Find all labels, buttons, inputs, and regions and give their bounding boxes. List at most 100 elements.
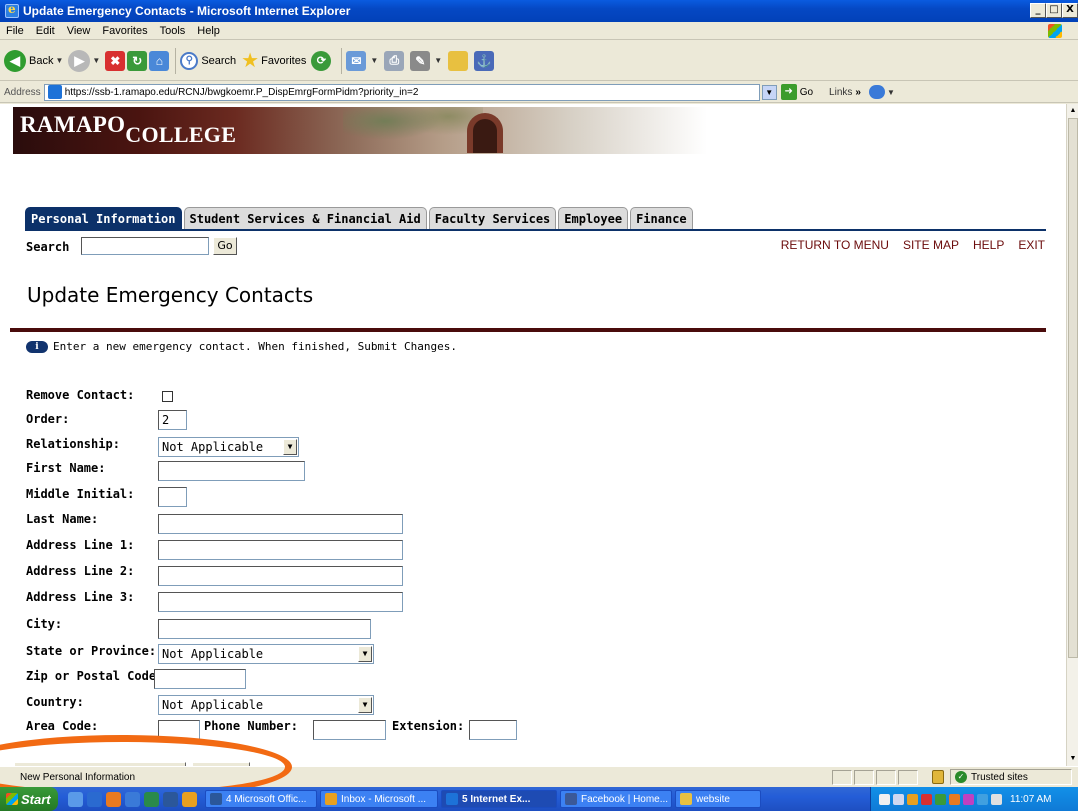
search-button[interactable]: ⚲ Search: [180, 51, 236, 70]
phone-number-input[interactable]: [313, 720, 386, 740]
menu-help[interactable]: Help: [197, 25, 220, 37]
links-chevron-icon[interactable]: »: [855, 87, 861, 98]
tray-mail-icon[interactable]: [879, 793, 890, 805]
links-button[interactable]: Links: [829, 87, 852, 98]
search-go-button[interactable]: Go: [213, 237, 237, 255]
word-icon[interactable]: [163, 791, 178, 807]
task-outlook[interactable]: Inbox - Microsoft ...: [320, 790, 438, 808]
mail-icon[interactable]: ✉: [346, 50, 367, 71]
search-input[interactable]: [81, 237, 209, 255]
page-title: Update Emergency Contacts: [27, 283, 314, 307]
state-select[interactable]: Not Applicable ▼: [158, 644, 374, 664]
site-map-link[interactable]: SITE MAP: [903, 238, 959, 252]
messenger-icon[interactable]: [125, 791, 140, 807]
task-word[interactable]: 4 Microsoft Offic...: [205, 790, 317, 808]
order-input[interactable]: 2: [158, 410, 187, 430]
middle-initial-input[interactable]: [158, 487, 187, 507]
minimize-button[interactable]: _: [1030, 3, 1046, 18]
close-button[interactable]: X: [1062, 3, 1078, 18]
stop-icon[interactable]: ✖: [105, 50, 126, 71]
tray-outlook-icon[interactable]: [907, 793, 918, 805]
refresh-icon[interactable]: ↻: [127, 50, 148, 71]
tab-personal-information[interactable]: Personal Information: [25, 207, 182, 229]
ie-quick-launch-icon[interactable]: [87, 791, 102, 807]
forward-button[interactable]: ▶ ▼: [68, 49, 100, 72]
tray-icon[interactable]: [893, 793, 904, 805]
address-bar: Address https://ssb-1.ramapo.edu/RCNJ/bw…: [0, 82, 1078, 103]
address-url: https://ssb-1.ramapo.edu/RCNJ/bwgkoemr.P…: [64, 86, 419, 98]
maximize-button[interactable]: □: [1046, 3, 1062, 18]
extension-input[interactable]: [469, 720, 517, 740]
excel-icon[interactable]: [144, 791, 159, 807]
start-button[interactable]: Start: [0, 787, 58, 811]
area-code-input[interactable]: [158, 720, 200, 740]
search-icon: ⚲: [180, 51, 199, 70]
menu-tools[interactable]: Tools: [160, 25, 186, 37]
go-button[interactable]: ➜ Go: [780, 84, 813, 100]
dropdown-arrow-icon[interactable]: ▼: [283, 439, 297, 455]
home-icon[interactable]: ⌂: [149, 50, 170, 71]
tab-faculty-services[interactable]: Faculty Services: [428, 207, 557, 229]
menu-file[interactable]: File: [6, 25, 24, 37]
country-select[interactable]: Not Applicable ▼: [158, 695, 374, 715]
help-link[interactable]: HELP: [973, 238, 1004, 252]
exit-link[interactable]: EXIT: [1018, 238, 1045, 252]
lock-icon[interactable]: [932, 770, 944, 784]
menu-edit[interactable]: Edit: [36, 25, 55, 37]
edit-icon[interactable]: ✎: [410, 50, 431, 71]
mail-dropdown-icon[interactable]: ▼: [370, 56, 378, 65]
favorites-button[interactable]: ★ Favorites: [241, 48, 306, 73]
address-input[interactable]: https://ssb-1.ramapo.edu/RCNJ/bwgkoemr.P…: [43, 83, 760, 101]
tray-icons: [879, 793, 1002, 805]
college-logo[interactable]: RAMAPOCOLLEGE: [20, 112, 236, 147]
back-button[interactable]: ◀ Back ▼: [4, 49, 63, 72]
forward-dropdown-icon[interactable]: ▼: [92, 56, 100, 65]
messenger-icon[interactable]: ⚓: [474, 50, 495, 71]
address-dropdown-icon[interactable]: ▼: [761, 84, 777, 100]
zip-input[interactable]: [154, 669, 246, 689]
toolbar-extra-icon[interactable]: [868, 85, 885, 99]
vertical-scrollbar[interactable]: ▲ ▼: [1066, 104, 1078, 766]
back-dropdown-icon[interactable]: ▼: [55, 56, 63, 65]
address-line-3-input[interactable]: [158, 592, 403, 612]
history-icon[interactable]: ⟳: [311, 50, 332, 71]
scroll-down-icon[interactable]: ▼: [1068, 753, 1078, 765]
tab-finance[interactable]: Finance: [630, 207, 693, 229]
first-name-input[interactable]: [158, 461, 305, 481]
city-input[interactable]: [158, 619, 371, 639]
quick-launch-icon[interactable]: [68, 791, 83, 807]
folder-icon[interactable]: [448, 50, 469, 71]
menu-favorites[interactable]: Favorites: [102, 25, 147, 37]
scroll-thumb[interactable]: [1068, 118, 1078, 658]
tray-icon[interactable]: [921, 793, 932, 805]
address-line-1-input[interactable]: [158, 540, 403, 560]
extra-dropdown-icon[interactable]: ▼: [887, 88, 895, 97]
outlook-icon[interactable]: [182, 791, 197, 807]
tray-icon[interactable]: [949, 793, 960, 805]
print-icon[interactable]: ⎙: [384, 50, 405, 71]
task-internet-explorer[interactable]: 5 Internet Ex...: [441, 790, 557, 808]
relationship-select[interactable]: Not Applicable ▼: [158, 437, 299, 457]
tab-student-services[interactable]: Student Services & Financial Aid: [183, 207, 427, 229]
firefox-icon[interactable]: [106, 791, 121, 807]
tray-network-icon[interactable]: [977, 793, 988, 805]
security-zone[interactable]: ✓ Trusted sites: [950, 769, 1072, 785]
task-website-folder[interactable]: website: [675, 790, 761, 808]
scroll-up-icon[interactable]: ▲: [1068, 105, 1078, 117]
tab-employee[interactable]: Employee: [558, 207, 629, 229]
tray-volume-icon[interactable]: [991, 793, 1002, 805]
dropdown-arrow-icon[interactable]: ▼: [358, 697, 372, 713]
last-name-input[interactable]: [158, 514, 403, 534]
brand-sub: COLLEGE: [125, 122, 237, 147]
task-facebook[interactable]: Facebook | Home...: [560, 790, 672, 808]
window-title: Update Emergency Contacts - Microsoft In…: [23, 4, 351, 18]
address-line-2-input[interactable]: [158, 566, 403, 586]
dropdown-arrow-icon[interactable]: ▼: [358, 646, 372, 662]
return-to-menu-link[interactable]: RETURN TO MENU: [781, 238, 889, 252]
tray-icon[interactable]: [935, 793, 946, 805]
edit-dropdown-icon[interactable]: ▼: [434, 56, 442, 65]
status-pane: [854, 770, 874, 785]
menu-view[interactable]: View: [67, 25, 91, 37]
tray-icon[interactable]: [963, 793, 974, 805]
remove-contact-checkbox[interactable]: [162, 391, 173, 402]
